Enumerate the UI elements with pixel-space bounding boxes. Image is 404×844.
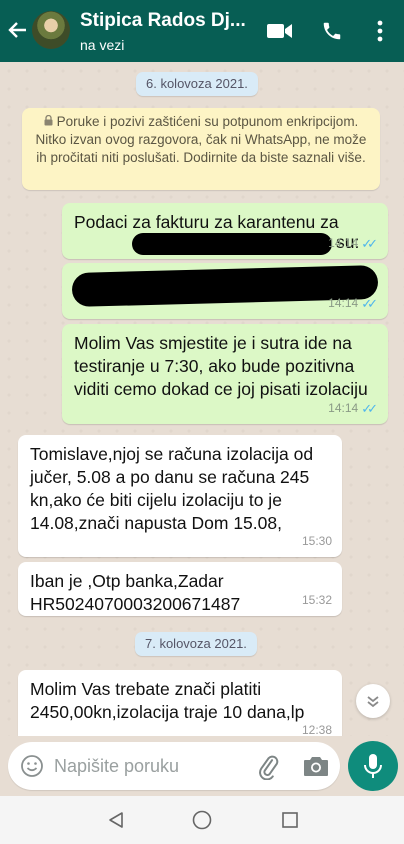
home-circle-icon[interactable] bbox=[190, 808, 214, 832]
message-text: Tomislave,njoj se računa izolacija od ju… bbox=[30, 444, 314, 533]
message-bubble-outgoing[interactable]: Molim Vas smjestite je i sutra ide na te… bbox=[62, 324, 388, 424]
read-ticks-icon: ✓✓ bbox=[361, 236, 378, 251]
message-text: Podaci za fakturu za karantenu za bbox=[74, 212, 339, 232]
contact-name[interactable]: Stipica Rados Dj... bbox=[80, 10, 246, 32]
message-time: 12:38 bbox=[301, 723, 332, 736]
message-time: 14:14 bbox=[328, 236, 359, 250]
date-chip: 6. kolovoza 2021. bbox=[136, 72, 258, 96]
chat-header: Stipica Rados Dj... na vezi bbox=[0, 0, 404, 62]
date-chip: 7. kolovoza 2021. bbox=[135, 632, 257, 656]
composer-bar bbox=[0, 736, 404, 796]
message-time: 15:32 bbox=[301, 593, 332, 607]
attach-icon[interactable] bbox=[254, 752, 282, 781]
chat-area[interactable]: 6. kolovoza 2021. Poruke i pozivi zaštić… bbox=[0, 62, 404, 736]
arrow-left-icon[interactable] bbox=[6, 16, 30, 44]
message-text: Molim Vas trebate znači platiti 2450,00k… bbox=[30, 679, 305, 722]
redaction-mark bbox=[132, 233, 332, 255]
lock-icon bbox=[44, 113, 53, 131]
read-ticks-icon: ✓✓ bbox=[361, 401, 378, 416]
camera-icon[interactable] bbox=[302, 753, 330, 779]
message-bubble-outgoing[interactable]: Podaci za fakturu za karantenu za su: 14… bbox=[62, 203, 388, 259]
video-call-icon[interactable] bbox=[266, 17, 294, 45]
back-triangle-icon[interactable] bbox=[104, 808, 128, 832]
system-nav-bar bbox=[0, 796, 404, 844]
message-time: 14:14 bbox=[328, 401, 359, 415]
message-time: 14:14 bbox=[328, 296, 359, 310]
message-input-box[interactable] bbox=[8, 742, 340, 790]
message-time: 15:30 bbox=[301, 534, 332, 548]
scroll-down-button[interactable] bbox=[356, 684, 390, 718]
message-input[interactable] bbox=[54, 751, 234, 781]
message-bubble-incoming[interactable]: Tomislave,njoj se računa izolacija od ju… bbox=[18, 435, 342, 557]
contact-status: na vezi bbox=[80, 37, 125, 53]
message-text: Molim Vas smjestite je i sutra ide na te… bbox=[74, 333, 368, 399]
message-meta: 15:30 bbox=[302, 530, 332, 553]
chevron-down-icon bbox=[367, 696, 379, 708]
message-bubble-incoming[interactable]: Molim Vas trebate znači platiti 2450,00k… bbox=[18, 670, 342, 736]
avatar[interactable] bbox=[32, 11, 70, 49]
message-meta: 14:14 ✓✓ bbox=[328, 397, 378, 420]
encryption-notice-text: Poruke i pozivi zaštićeni su potpunom en… bbox=[35, 114, 367, 165]
message-text: Iban je ,Otp banka,Zadar HR5024070003200… bbox=[30, 571, 241, 614]
mic-icon bbox=[364, 754, 382, 778]
read-ticks-icon: ✓✓ bbox=[361, 296, 378, 311]
message-bubble-outgoing[interactable]: 14:14 ✓✓ bbox=[62, 263, 388, 319]
message-meta: 14:14 ✓✓ bbox=[328, 232, 378, 255]
encryption-notice[interactable]: Poruke i pozivi zaštićeni su potpunom en… bbox=[22, 108, 380, 190]
message-bubble-incoming[interactable]: Iban je ,Otp banka,Zadar HR5024070003200… bbox=[18, 562, 342, 616]
emoji-icon[interactable] bbox=[20, 754, 44, 778]
message-meta: 12:38 bbox=[302, 719, 332, 736]
message-meta: 15:32 bbox=[302, 589, 332, 612]
recents-square-icon[interactable] bbox=[278, 808, 302, 832]
phone-icon[interactable] bbox=[318, 17, 346, 45]
mic-button[interactable] bbox=[348, 741, 398, 791]
more-vert-icon[interactable] bbox=[366, 17, 394, 45]
message-meta: 14:14 ✓✓ bbox=[328, 292, 378, 315]
